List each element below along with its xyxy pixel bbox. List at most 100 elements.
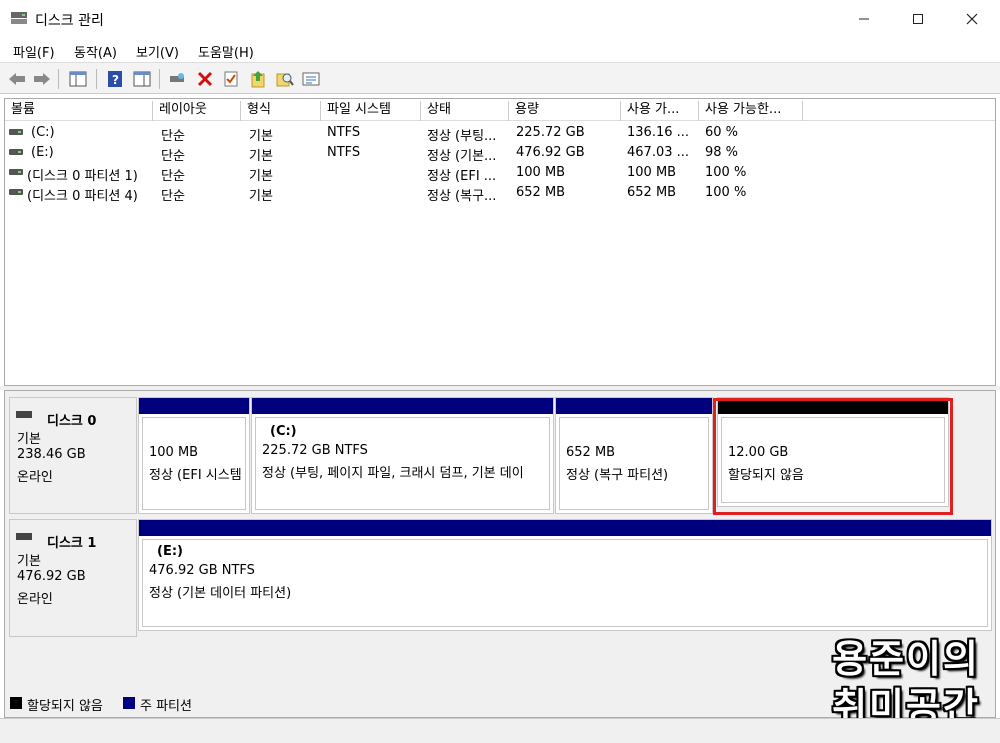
connect-disk-icon[interactable] xyxy=(166,68,188,90)
disk-kind: 기본 xyxy=(17,554,41,569)
volume-free: 467.03 ... xyxy=(627,145,690,160)
volume-row[interactable]: (디스크 0 파티션 1) 단순 기본 정상 (EFI ... 100 MB 1… xyxy=(5,163,995,184)
drive-icon xyxy=(9,149,23,155)
toolbar-separator xyxy=(58,69,59,89)
volume-status: 정상 (EFI ... xyxy=(427,169,497,184)
disk-management-icon xyxy=(10,11,28,25)
volume-layout: 단순 xyxy=(161,189,185,204)
primary-partition-bar xyxy=(139,398,249,414)
volume-name: (디스크 0 파티션 1) xyxy=(27,169,138,184)
disk-size: 238.46 GB xyxy=(17,447,86,462)
properties-icon[interactable] xyxy=(220,68,242,90)
partition-size: 100 MB xyxy=(149,445,199,460)
volume-pct: 100 % xyxy=(705,165,747,180)
partition-title: (C:) xyxy=(270,424,297,439)
volume-type: 기본 xyxy=(249,169,273,184)
volume-list: 볼륨 레이아웃 형식 파일 시스템 상태 용량 사용 가... 사용 가능한..… xyxy=(4,98,996,386)
volume-layout: 단순 xyxy=(161,129,185,144)
column-status[interactable]: 상태 xyxy=(421,101,509,121)
disk-name: 디스크 0 xyxy=(47,414,97,429)
disk-info[interactable]: 디스크 0 기본 238.46 GB 온라인 xyxy=(9,397,137,514)
drive-icon xyxy=(9,169,23,175)
column-layout[interactable]: 레이아웃 xyxy=(153,101,241,121)
search-folder-icon[interactable] xyxy=(274,68,296,90)
volume-row[interactable]: (C:) 단순 기본 NTFS 정상 (부팅... 225.72 GB 136.… xyxy=(5,123,995,144)
toolbar: ? xyxy=(0,62,1000,94)
back-icon[interactable] xyxy=(6,68,28,90)
maximize-button[interactable] xyxy=(894,0,942,38)
column-percent-free[interactable]: 사용 가능한... xyxy=(699,101,803,121)
volume-name: (E:) xyxy=(31,145,54,160)
volume-row[interactable]: (디스크 0 파티션 4) 단순 기본 정상 (복구... 652 MB 652… xyxy=(5,183,995,204)
disk-state: 온라인 xyxy=(17,592,53,607)
show-hide-console-tree-icon[interactable] xyxy=(67,68,89,90)
primary-partition-bar xyxy=(252,398,553,414)
partition-size: 652 MB xyxy=(566,445,616,460)
export-list-icon[interactable] xyxy=(247,68,269,90)
svg-text:?: ? xyxy=(112,73,119,87)
settings-list-icon[interactable] xyxy=(300,68,322,90)
volume-capacity: 100 MB xyxy=(516,165,566,180)
menu-help[interactable]: 도움말(H) xyxy=(198,42,254,61)
title-bar: 디스크 관리 xyxy=(0,0,1000,38)
volume-free: 136.16 ... xyxy=(627,125,690,140)
legend-swatch-primary xyxy=(123,697,135,709)
menu-action[interactable]: 동작(A) xyxy=(74,42,117,61)
volume-pct: 100 % xyxy=(705,185,747,200)
minimize-button[interactable] xyxy=(840,0,888,38)
volume-fs: NTFS xyxy=(327,125,361,140)
partition-size: 225.72 GB NTFS xyxy=(262,443,368,458)
volume-fs: NTFS xyxy=(327,145,361,160)
partition-body: 652 MB 정상 (복구 파티션) xyxy=(559,417,709,510)
volume-pct: 98 % xyxy=(705,145,739,160)
drive-icon xyxy=(9,129,23,135)
volume-pct: 60 % xyxy=(705,125,739,140)
partition-body: 100 MB 정상 (EFI 시스템 xyxy=(142,417,246,510)
volume-capacity: 225.72 GB xyxy=(516,125,585,140)
show-hide-action-pane-icon[interactable] xyxy=(131,68,153,90)
toolbar-separator xyxy=(159,69,160,89)
highlight-box xyxy=(713,398,953,515)
watermark-line1: 용준이의 xyxy=(832,637,980,681)
primary-partition-bar xyxy=(556,398,712,414)
partition-efi[interactable]: 100 MB 정상 (EFI 시스템 xyxy=(138,397,250,514)
volume-row[interactable]: (E:) 단순 기본 NTFS 정상 (기본... 476.92 GB 467.… xyxy=(5,143,995,164)
column-type[interactable]: 형식 xyxy=(241,101,321,121)
volume-name: (디스크 0 파티션 4) xyxy=(27,189,138,204)
delete-icon[interactable] xyxy=(194,68,216,90)
partition-e[interactable]: (E:) 476.92 GB NTFS 정상 (기본 데이터 파티션) xyxy=(138,519,992,631)
volume-layout: 단순 xyxy=(161,149,185,164)
forward-icon[interactable] xyxy=(31,68,53,90)
disk-size: 476.92 GB xyxy=(17,569,86,584)
legend-swatch-unallocated xyxy=(10,697,22,709)
disk-state: 온라인 xyxy=(17,470,53,485)
disk-icon xyxy=(16,533,32,540)
partition-status: 정상 (부팅, 페이지 파일, 크래시 덤프, 기본 데이 xyxy=(262,466,524,481)
volume-status: 정상 (부팅... xyxy=(427,129,497,144)
toolbar-separator xyxy=(96,69,97,89)
volume-capacity: 652 MB xyxy=(516,185,566,200)
help-icon[interactable]: ? xyxy=(104,68,126,90)
column-volume[interactable]: 볼륨 xyxy=(5,101,153,121)
column-capacity[interactable]: 용량 xyxy=(509,101,621,121)
volume-name: (C:) xyxy=(31,125,55,140)
volume-capacity: 476.92 GB xyxy=(516,145,585,160)
partition-c[interactable]: (C:) 225.72 GB NTFS 정상 (부팅, 페이지 파일, 크래시 … xyxy=(251,397,554,514)
volume-type: 기본 xyxy=(249,189,273,204)
partition-body: (C:) 225.72 GB NTFS 정상 (부팅, 페이지 파일, 크래시 … xyxy=(255,417,550,510)
partition-status: 정상 (기본 데이터 파티션) xyxy=(149,586,292,601)
disk-info[interactable]: 디스크 1 기본 476.92 GB 온라인 xyxy=(9,519,137,637)
disk-icon xyxy=(16,411,32,418)
volume-status: 정상 (기본... xyxy=(427,149,497,164)
column-filesystem[interactable]: 파일 시스템 xyxy=(321,101,421,121)
menu-file[interactable]: 파일(F) xyxy=(13,42,55,61)
partition-status: 정상 (복구 파티션) xyxy=(566,468,669,483)
menu-view[interactable]: 보기(V) xyxy=(136,42,179,61)
partition-size: 476.92 GB NTFS xyxy=(149,563,255,578)
close-button[interactable] xyxy=(948,0,996,38)
column-free-space[interactable]: 사용 가... xyxy=(621,101,699,121)
disk-kind: 기본 xyxy=(17,432,41,447)
disk-name: 디스크 1 xyxy=(47,536,97,551)
partition-status: 정상 (EFI 시스템 xyxy=(149,468,242,483)
partition-recovery[interactable]: 652 MB 정상 (복구 파티션) xyxy=(555,397,713,514)
